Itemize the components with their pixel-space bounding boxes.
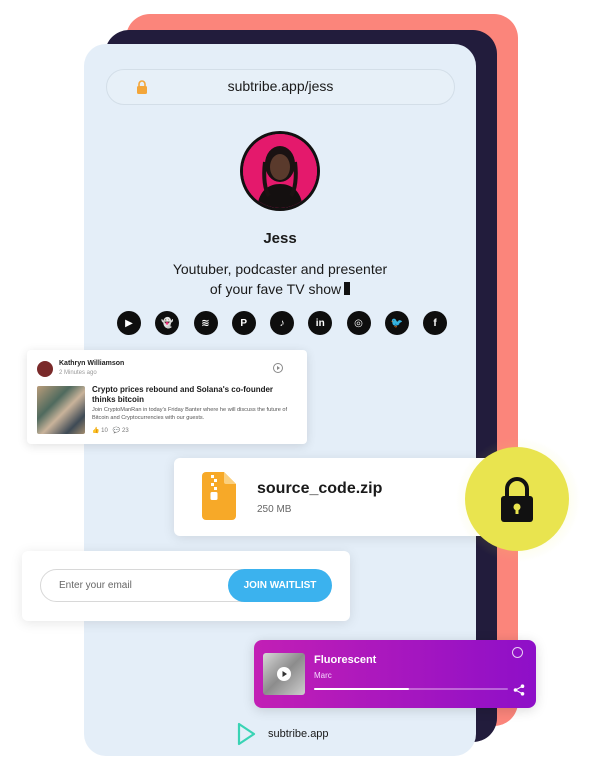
twitter-icon[interactable]: 🐦	[384, 311, 409, 335]
snapchat-icon[interactable]: 👻	[155, 311, 180, 335]
music-player[interactable]: Fluorescent Marc	[254, 640, 536, 708]
bio-line-1: Youtuber, podcaster and presenter	[172, 261, 388, 277]
url-text: subtribe.app/jess	[227, 78, 334, 94]
profile-bio: Youtuber, podcaster and presenter of you…	[150, 259, 410, 299]
progress-bar[interactable]	[314, 688, 508, 690]
album-cover[interactable]	[263, 653, 305, 695]
file-size: 250 MB	[257, 504, 292, 515]
padlock-icon	[501, 477, 533, 522]
instagram-icon[interactable]: ◎	[346, 311, 371, 335]
file-download-card[interactable]: source_code.zip 250 MB	[174, 458, 500, 536]
post-author-avatar	[37, 361, 53, 377]
comment-icon[interactable]: 💬	[113, 428, 120, 434]
locked-badge	[465, 447, 569, 551]
post-title[interactable]: Crypto prices rebound and Solana's co-fo…	[92, 385, 292, 405]
track-artist: Marc	[314, 671, 332, 680]
waitlist-card: JOIN WAITLIST	[22, 551, 350, 621]
like-icon[interactable]: 👍	[92, 428, 99, 434]
pinterest-icon[interactable]: P	[231, 311, 256, 335]
subtribe-logo-icon	[237, 722, 256, 746]
profile-name: Jess	[263, 230, 297, 247]
share-icon[interactable]	[513, 684, 525, 696]
like-count: 10	[101, 428, 108, 434]
post-author: Kathryn Williamson	[59, 360, 125, 367]
post-card[interactable]: Kathryn Williamson 2 Minutes ago Crypto …	[27, 350, 307, 444]
post-stats: 👍 10 💬 23	[92, 427, 129, 434]
text-cursor	[344, 282, 351, 295]
join-waitlist-button[interactable]: JOIN WAITLIST	[228, 569, 332, 602]
bio-line-2: of your fave TV show	[209, 281, 342, 297]
zip-file-icon	[202, 472, 236, 520]
track-title: Fluorescent	[314, 654, 377, 666]
file-name[interactable]: source_code.zip	[257, 480, 382, 498]
play-icon[interactable]	[273, 363, 283, 373]
post-excerpt: Join CryptoManRan in today's Friday Bant…	[92, 407, 288, 421]
youtube-icon[interactable]: ▶	[117, 311, 141, 335]
post-time: 2 Minutes ago	[59, 370, 97, 376]
play-icon[interactable]	[277, 667, 291, 681]
tiktok-icon[interactable]: ♪	[270, 311, 294, 335]
comment-count: 23	[122, 428, 129, 434]
footer-brand[interactable]: subtribe.app	[268, 728, 329, 740]
post-thumbnail[interactable]	[37, 386, 85, 434]
spotify-icon[interactable]	[512, 647, 523, 658]
facebook-icon[interactable]: f	[423, 311, 447, 335]
avatar[interactable]	[243, 134, 317, 208]
social-links: ▶ 👻 ≋ P ♪ in ◎ 🐦 f	[117, 311, 447, 335]
avatar-portrait	[243, 134, 317, 208]
linkedin-icon[interactable]: in	[308, 311, 333, 335]
spotify-icon[interactable]: ≋	[193, 311, 218, 335]
progress-fill	[314, 688, 410, 690]
